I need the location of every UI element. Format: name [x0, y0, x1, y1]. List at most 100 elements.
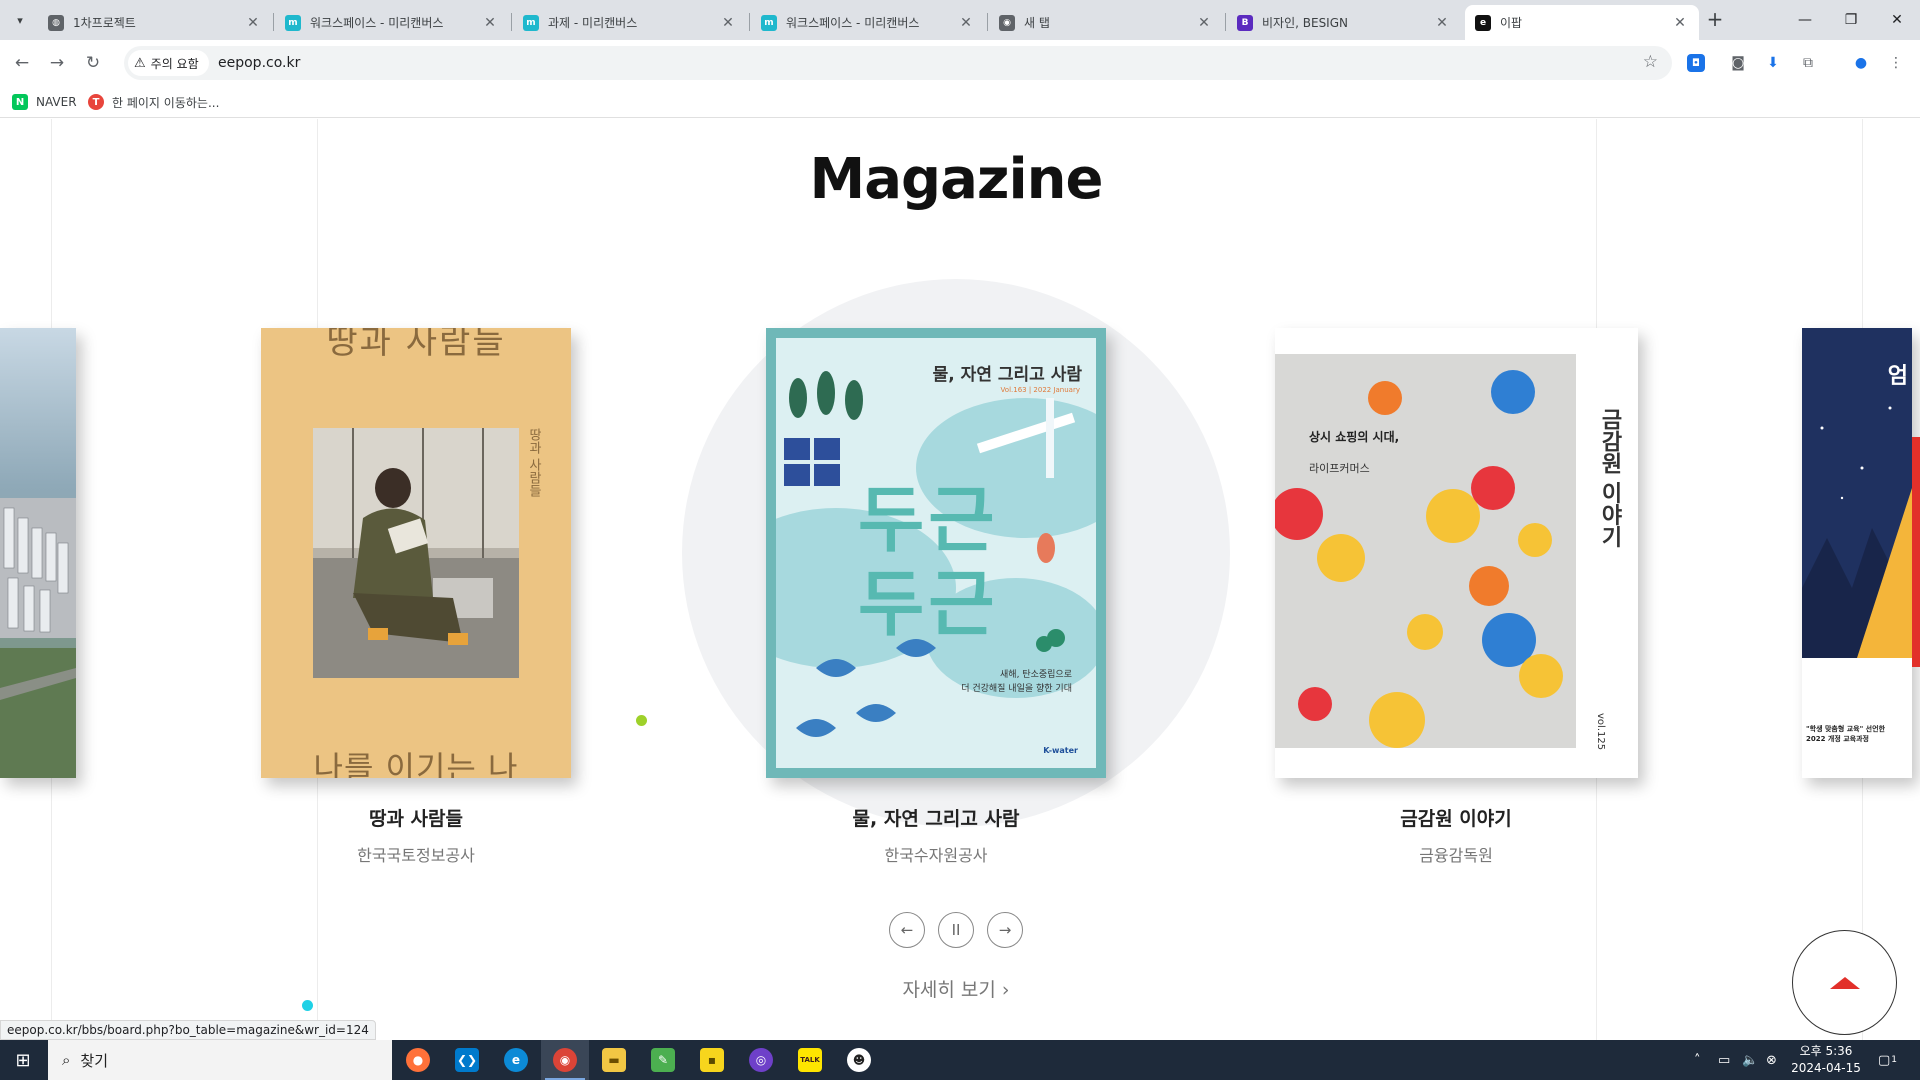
section-title: Magazine — [809, 147, 1103, 212]
taskbar-app-edge[interactable]: e — [492, 1040, 540, 1080]
card-title[interactable]: 땅과 사람들 — [266, 804, 566, 831]
bookmark-star-icon[interactable]: ☆ — [1643, 52, 1658, 72]
back-arrow-icon[interactable]: ← — [9, 50, 35, 76]
browser-tab[interactable]: ◍ 1차프로젝트 ✕ — [38, 5, 272, 40]
close-tab-icon[interactable]: ✕ — [244, 15, 262, 31]
extension-icon[interactable]: ◘ — [1687, 54, 1705, 72]
browser-tab-bar: ▾ ◍ 1차프로젝트 ✕ m 워크스페이스 - 미리캔버스 ✕ m 과제 - 미… — [0, 0, 1920, 40]
cover-side-text: 땅과 사람들 — [526, 428, 541, 498]
taskbar-app-chrome[interactable]: ◉ — [541, 1040, 589, 1080]
card-title[interactable]: 물, 자연 그리고 사람 — [786, 804, 1086, 831]
close-tab-icon[interactable]: ✕ — [1433, 15, 1451, 31]
prev-slide-button[interactable]: ← — [889, 912, 925, 948]
close-tab-icon[interactable]: ✕ — [481, 15, 499, 31]
browser-tab[interactable]: m 워크스페이스 - 미리캔버스 ✕ — [275, 5, 509, 40]
globe-icon: ◍ — [48, 14, 64, 31]
cover-meta: Vol.163 | 2022 January — [1000, 386, 1080, 394]
warning-triangle-icon: ⚠ — [134, 55, 146, 71]
browser-tab-active[interactable]: e 이팝 ✕ — [1465, 5, 1699, 40]
taskbar-app-notepad[interactable]: ✎ — [639, 1040, 687, 1080]
close-tab-icon[interactable]: ✕ — [957, 15, 975, 31]
url-text[interactable]: eepop.co.kr — [218, 55, 300, 71]
bookmark-page-nav[interactable]: T 한 페이지 이동하는... — [88, 92, 219, 112]
magazine-cover-fss[interactable]: 상시 쇼핑의 시대, 라이프커머스 금감원 이야기 vol.125 — [1275, 328, 1638, 778]
security-status-chip[interactable]: ⚠ 주의 요함 — [128, 50, 209, 76]
bookmark-label: NAVER — [36, 95, 77, 109]
taskbar-search-box[interactable]: ⌕ 찾기 — [48, 1040, 392, 1080]
windows-start-icon[interactable]: ⊞ — [0, 1040, 46, 1080]
taskbar-app-firefox[interactable]: ● — [394, 1040, 442, 1080]
camera-icon[interactable]: ◙ — [1726, 51, 1750, 75]
close-window-button[interactable]: ✕ — [1874, 0, 1920, 40]
minimize-button[interactable]: — — [1782, 0, 1828, 40]
notification-center-icon[interactable]: ▢ 1 — [1878, 1040, 1897, 1080]
cover-headline: 상시 쇼핑의 시대, — [1309, 430, 1400, 444]
search-icon: ⌕ — [62, 1051, 71, 1069]
magazine-cover-land[interactable]: 땅과 사람들 땅과 사람들 나를 이기는 나 — [261, 328, 571, 778]
browser-tab[interactable]: ◉ 새 탭 ✕ — [989, 5, 1223, 40]
profile-avatar-icon[interactable]: ● — [1849, 51, 1873, 75]
reload-icon[interactable]: ↻ — [80, 50, 106, 76]
cover-char: 엄 — [1887, 364, 1908, 389]
forward-arrow-icon[interactable]: → — [44, 50, 70, 76]
cover-caption-line: 2022 개정 교육과정 — [1806, 735, 1869, 743]
cover-caption: "학생 맞춤형 교육" 선언한 2022 개정 교육과정 — [1806, 724, 1910, 744]
cover-top-text: 땅과 사람들 — [326, 328, 506, 362]
alert-icon[interactable]: ⊗ — [1766, 1040, 1777, 1080]
magazine-cover-partial-right[interactable]: 엄 "학생 맞춤형 교육" 선언한 2022 개정 교육과정 — [1802, 328, 1912, 778]
tab-search-button[interactable]: ▾ — [8, 8, 32, 32]
cover-body-line: 새해, 탄소중립으로 — [1000, 670, 1072, 680]
close-tab-icon[interactable]: ✕ — [719, 15, 737, 31]
browser-tab[interactable]: B 비자인, BESIGN ✕ — [1227, 5, 1461, 40]
accent-dot — [302, 1000, 313, 1011]
besign-icon: B — [1237, 14, 1253, 31]
magazine-cover-water[interactable]: 물, 자연 그리고 사람 Vol.163 | 2022 January 두근 두… — [766, 328, 1106, 778]
cover-inner: 물, 자연 그리고 사람 Vol.163 | 2022 January 두근 두… — [776, 338, 1096, 768]
taskbar-app-kakaotalk[interactable]: TALK — [786, 1040, 834, 1080]
extensions-puzzle-icon[interactable]: ⧉ — [1796, 51, 1820, 75]
bookmark-naver[interactable]: N NAVER — [12, 92, 77, 112]
sticky-notes-icon: ▪ — [700, 1048, 724, 1072]
card-publisher: 한국수자원공사 — [884, 846, 988, 865]
volume-muted-icon[interactable]: 🔈 — [1742, 1040, 1758, 1080]
download-icon[interactable]: ⬇ — [1761, 51, 1785, 75]
browser-tab[interactable]: m 워크스페이스 - 미리캔버스 ✕ — [751, 5, 985, 40]
notification-count: 1 — [1891, 1055, 1898, 1065]
cover-headline-line: 두근 — [858, 478, 999, 562]
tab-divider — [511, 13, 512, 31]
cover-bottom-text: 나를 이기는 나 — [313, 749, 519, 778]
magazine-cover-partial-left[interactable] — [0, 328, 76, 778]
taskbar-app-github[interactable]: ◎ — [737, 1040, 785, 1080]
scroll-to-top-button[interactable] — [1792, 930, 1897, 1035]
network-icon[interactable]: ▭ — [1718, 1040, 1730, 1080]
address-bar[interactable]: ⚠ 주의 요함 eepop.co.kr ☆ — [124, 46, 1672, 80]
magazine-section: Magazine 땅과 사람들 땅과 사람들 나를 이기는 나 물, 자연 그리… — [0, 119, 1920, 1040]
miricanvas-icon: m — [523, 14, 539, 31]
card-publisher: 한국국토정보공사 — [357, 846, 475, 865]
miricanvas-icon: m — [285, 14, 301, 31]
close-tab-icon[interactable]: ✕ — [1195, 15, 1213, 31]
next-slide-button[interactable]: → — [987, 912, 1023, 948]
pause-slide-button[interactable]: II — [938, 912, 974, 948]
aerial-city-image — [0, 328, 76, 778]
page-scroll-indicator[interactable] — [1912, 437, 1920, 667]
vscode-icon: ❮❯ — [455, 1048, 479, 1072]
taskbar-app-sticky[interactable]: ▪ — [688, 1040, 736, 1080]
view-more-link[interactable]: 자세히 보기 › — [0, 975, 1912, 1002]
system-clock[interactable]: 오후 5:36 2024-04-15 — [1786, 1043, 1866, 1077]
github-desktop-icon: ◎ — [749, 1048, 773, 1072]
card-title[interactable]: 금감원 이야기 — [1306, 804, 1606, 831]
file-explorer-icon: ▬ — [602, 1048, 626, 1072]
taskbar-app-emoji[interactable]: ☻ — [835, 1040, 883, 1080]
clock-time: 오후 5:36 — [1799, 1044, 1853, 1058]
kebab-menu-icon[interactable]: ⋮ — [1884, 51, 1908, 75]
tray-chevron-icon[interactable]: ˄ — [1694, 1040, 1701, 1080]
new-tab-button[interactable]: + — [1703, 8, 1727, 32]
restore-button[interactable]: ❐ — [1828, 0, 1874, 40]
taskbar-app-explorer[interactable]: ▬ — [590, 1040, 638, 1080]
taskbar-app-vscode[interactable]: ❮❯ — [443, 1040, 491, 1080]
chrome-icon: ◉ — [553, 1048, 577, 1072]
browser-tab[interactable]: m 과제 - 미리캔버스 ✕ — [513, 5, 747, 40]
bookmarks-bar: N NAVER T 한 페이지 이동하는... — [0, 86, 1920, 118]
close-tab-icon[interactable]: ✕ — [1671, 15, 1689, 31]
